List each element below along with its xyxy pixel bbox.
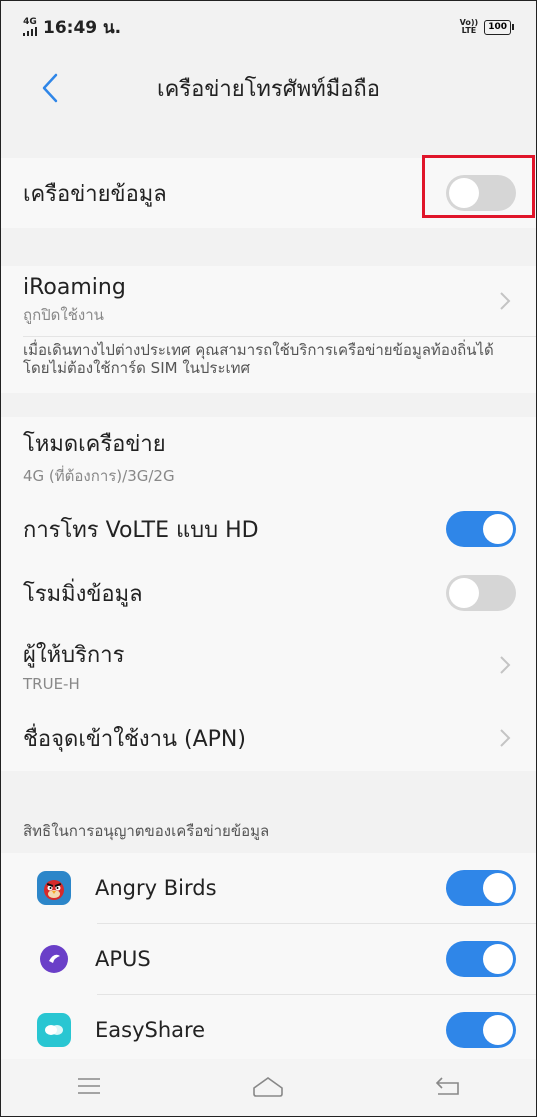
apus-icon [37,942,71,976]
iroaming-status: ถูกปิดใช้งาน [23,306,104,324]
network-type: 4G [23,17,37,27]
volte-hd-label: การโทร VoLTE แบบ HD [23,517,259,543]
phone-screen: 4G 16:49 น. Vo)) LTE 100 เครือข่ายโทรศัพท… [0,0,537,1117]
easyshare-icon [37,1013,71,1047]
carrier-label: ผู้ให้บริการ [23,643,125,668]
data-roaming-row[interactable]: โรมมิ่งข้อมูล [1,561,536,625]
network-mode-label: โหมดเครือข่าย [23,432,166,457]
chevron-right-icon [500,729,511,747]
data-roaming-toggle[interactable] [446,575,516,611]
iroaming-label: iRoaming [23,275,126,300]
carrier-row[interactable]: ผู้ให้บริการ TRUE-H [1,625,536,705]
signal-icon: 4G [23,18,37,36]
back-button[interactable] [35,71,65,105]
highlight-box [422,155,535,218]
network-settings-section: โหมดเครือข่าย 4G (ที่ต้องการ)/3G/2G การโ… [1,417,536,771]
volte-hd-row[interactable]: การโทร VoLTE แบบ HD [1,497,536,561]
app-row-easyshare[interactable]: EasyShare [1,995,536,1065]
easyshare-toggle[interactable] [446,1012,516,1048]
network-mode-row[interactable]: โหมดเครือข่าย 4G (ที่ต้องการ)/3G/2G [1,417,536,497]
app-name: APUS [95,947,151,971]
page-title: เครือข่ายโทรศัพท์มือถือ [157,76,380,102]
iroaming-section: iRoaming ถูกปิดใช้งาน เมื่อเดินทางไปต่าง… [1,266,536,393]
apus-toggle[interactable] [446,941,516,977]
angry-birds-icon [37,871,71,905]
apn-row[interactable]: ชื่อจุดเข้าใช้งาน (APN) [1,705,536,771]
status-bar: 4G 16:49 น. Vo)) LTE 100 [1,1,536,53]
back-arrow-icon [42,73,58,103]
permissions-header: สิทธิในการอนุญาตของเครือข่ายข้อมูล [1,771,536,853]
battery-icon: 100 [484,19,514,35]
app-row-angry-birds[interactable]: Angry Birds [1,853,536,923]
angry-birds-toggle[interactable] [446,870,516,906]
battery-level: 100 [484,19,511,35]
status-right: Vo)) LTE 100 [460,19,514,35]
navigation-bar [1,1059,536,1116]
header: เครือข่ายโทรศัพท์มือถือ [1,53,536,123]
clock: 16:49 น. [43,17,122,38]
mobile-data-label: เครือข่ายข้อมูล [23,181,167,207]
apn-label: ชื่อจุดเข้าใช้งาน (APN) [23,726,246,752]
menu-icon[interactable] [76,1076,102,1100]
app-name: Angry Birds [95,876,217,900]
volte-icon: Vo)) LTE [459,18,479,35]
app-name: EasyShare [95,1018,206,1042]
home-icon[interactable] [251,1074,285,1102]
iroaming-description: เมื่อเดินทางไปต่างประเทศ คุณสามารถใช้บริ… [1,337,536,393]
data-roaming-label: โรมมิ่งข้อมูล [23,581,143,607]
iroaming-row[interactable]: iRoaming ถูกปิดใช้งาน [1,266,536,336]
status-left: 4G 16:49 น. [23,14,121,41]
carrier-value: TRUE-H [23,675,80,693]
app-permissions-list: Angry Birds APUS EasyShare [1,853,536,1065]
chevron-right-icon [500,656,511,674]
volte-hd-toggle[interactable] [446,511,516,547]
network-mode-value: 4G (ที่ต้องการ)/3G/2G [23,467,175,485]
app-row-apus[interactable]: APUS [1,924,536,994]
chevron-right-icon [500,292,511,310]
back-nav-icon[interactable] [434,1075,462,1101]
